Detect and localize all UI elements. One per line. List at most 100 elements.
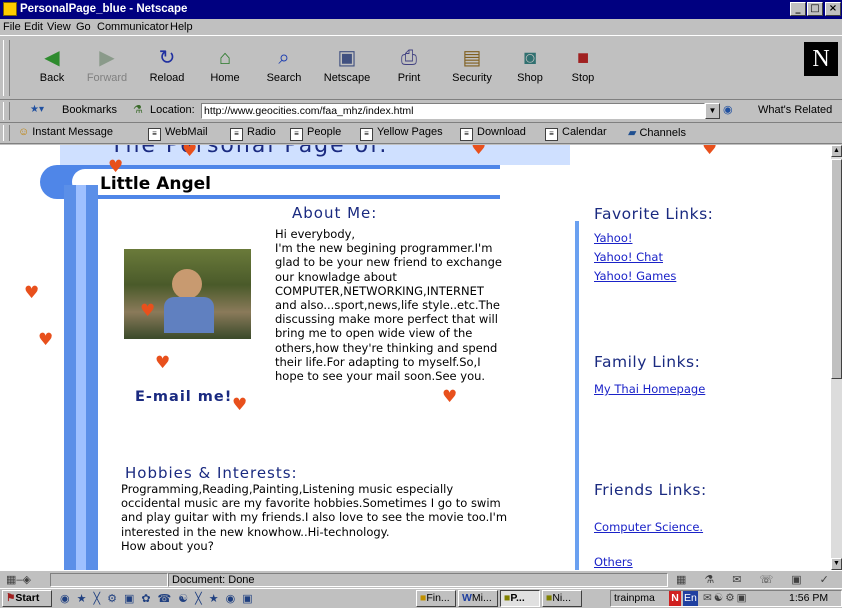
language-icon[interactable]: N: [669, 591, 681, 606]
home-button[interactable]: ⌂ Home: [198, 40, 252, 96]
window-title: PersonalPage_blue - Netscape: [20, 3, 188, 15]
security-button[interactable]: ▤ Security: [445, 40, 499, 96]
print-button[interactable]: ⎙ Print: [382, 40, 436, 96]
download-button[interactable]: ≡ Download: [460, 126, 526, 141]
progress-cell: [50, 573, 168, 587]
people-button[interactable]: ≡ People: [290, 126, 341, 141]
tray-icons[interactable]: ✉☯⚙▣: [703, 591, 749, 606]
menu-file[interactable]: File: [3, 21, 21, 33]
taskbar-task-1[interactable]: ■Fin...: [416, 590, 456, 607]
profile-photo: [124, 249, 251, 339]
heart-icon: ♥: [24, 283, 40, 303]
taskbar-task-2[interactable]: WMi...: [458, 590, 498, 607]
page-icon: ≡: [460, 128, 473, 141]
menu-bar: File Edit View Go Communicator Help: [0, 19, 842, 35]
close-button[interactable]: ×: [825, 2, 841, 16]
reload-button[interactable]: ↻ Reload: [140, 40, 194, 96]
link-my-thai-homepage[interactable]: My Thai Homepage: [594, 382, 705, 396]
netscape-button[interactable]: ▣ Netscape: [320, 40, 374, 96]
whats-related-icon[interactable]: ◉: [723, 103, 733, 116]
calendar-button[interactable]: ≡ Calendar: [545, 126, 607, 141]
heart-icon: ♥: [108, 157, 124, 177]
menu-help[interactable]: Help: [170, 21, 193, 33]
status-bar: ▦–◈ Document: Done ▦⚗✉☏▣✓: [0, 570, 842, 589]
page-icon: ≡: [148, 128, 161, 141]
print-icon: ⎙: [401, 47, 417, 69]
toolbar-grip[interactable]: [3, 102, 10, 120]
url-dropdown-button[interactable]: ▼: [705, 103, 720, 119]
scroll-down-button[interactable]: ▼: [831, 558, 842, 570]
stop-icon: ■: [576, 47, 590, 69]
shop-icon: ◙: [523, 47, 537, 69]
language-indicator[interactable]: En: [683, 591, 698, 606]
search-button[interactable]: ⌕ Search: [257, 40, 311, 96]
sidebar-divider: [575, 221, 579, 570]
toolbar-button-label: Stop: [571, 72, 595, 84]
status-text: Document: Done: [168, 573, 668, 587]
toolbar-grip[interactable]: [3, 40, 10, 96]
heart-icon: ♥: [155, 353, 171, 373]
whats-related-button[interactable]: What's Related: [758, 104, 832, 116]
location-icon[interactable]: ⚗: [133, 103, 143, 116]
link-others[interactable]: Others: [594, 555, 633, 569]
scroll-up-button[interactable]: ▲: [831, 145, 842, 157]
quick-launch-icons[interactable]: ◉★╳⚙▣✿☎☯╳★◉▣: [60, 592, 260, 605]
menu-communicator[interactable]: Communicator: [97, 21, 169, 33]
taskbar-task-4[interactable]: ■Ni...: [542, 590, 582, 607]
shop-button[interactable]: ◙ Shop: [503, 40, 557, 96]
system-tray: trainpma N En ✉☯⚙▣ 1:56 PM: [610, 590, 842, 607]
url-input[interactable]: http://www.geocities.com/faa_mhz/index.h…: [201, 103, 705, 119]
page-icon: ≡: [360, 128, 373, 141]
left-frame-stripe: [76, 185, 86, 570]
toolbar-button-label: Netscape: [323, 72, 371, 84]
clock[interactable]: 1:56 PM: [789, 591, 828, 606]
start-button[interactable]: ⚑Start: [2, 590, 52, 607]
vertical-scrollbar[interactable]: ▲ ▼: [831, 145, 842, 570]
web-page-content[interactable]: The Personal Page of: Little Angel About…: [0, 145, 831, 570]
maximize-button[interactable]: □: [807, 2, 823, 16]
menu-go[interactable]: Go: [76, 21, 91, 33]
title-bar[interactable]: PersonalPage_blue - Netscape _ □ ×: [0, 0, 842, 19]
minimize-button[interactable]: _: [790, 2, 806, 16]
link-yahoo[interactable]: Yahoo!: [594, 231, 632, 245]
navigation-toolbar: ◀ Back ▶ Forward ↻ Reload ⌂ Home ⌕ Search ▣ Netscap…: [0, 35, 842, 100]
taskbar: ⚑Start ◉★╳⚙▣✿☎☯╳★◉▣ ■Fin... WMi... ■P...…: [0, 588, 842, 608]
component-bar-icons[interactable]: ▦⚗✉☏▣✓: [676, 573, 842, 586]
about-text: Hi everybody, I'm the new begining progr…: [275, 227, 502, 384]
toolbar-grip[interactable]: [3, 125, 10, 141]
stop-button[interactable]: ■ Stop: [556, 40, 610, 96]
netscape-icon: ▣: [337, 47, 357, 69]
menu-view[interactable]: View: [47, 21, 71, 33]
netscape-app-icon[interactable]: [3, 2, 17, 16]
yellow-pages-button[interactable]: ≡ Yellow Pages: [360, 126, 443, 141]
lock-icon: ▤: [462, 47, 482, 69]
page-icon: ≡: [545, 128, 558, 141]
hobbies-heading: Hobbies & Interests:: [125, 464, 298, 482]
bookmarks-button[interactable]: Bookmarks: [62, 104, 117, 116]
link-yahoo-games[interactable]: Yahoo! Games: [594, 269, 676, 283]
netscape-logo[interactable]: N: [804, 42, 838, 76]
menu-edit[interactable]: Edit: [24, 21, 43, 33]
forward-button[interactable]: ▶ Forward: [80, 40, 134, 96]
security-status-icon[interactable]: ▦–◈: [6, 573, 31, 586]
bookmark-icon[interactable]: ★▾: [30, 104, 44, 115]
heart-icon: ♥: [232, 395, 248, 415]
instant-message-button[interactable]: ☺ Instant Message: [18, 126, 113, 138]
taskbar-task-netscape-active[interactable]: ■P...: [500, 590, 540, 607]
page-owner-name: Little Angel: [100, 174, 211, 194]
link-yahoo-chat[interactable]: Yahoo! Chat: [594, 250, 663, 264]
about-heading: About Me:: [292, 204, 378, 222]
webmail-button[interactable]: ≡ WebMail: [148, 126, 208, 141]
link-computer-science[interactable]: Computer Science.: [594, 520, 703, 534]
input-indicator[interactable]: trainpma: [614, 592, 655, 604]
toolbar-button-label: Print: [397, 72, 421, 84]
channels-button[interactable]: ▰ Channels: [628, 126, 686, 139]
email-link[interactable]: E-mail me!: [135, 389, 232, 405]
home-icon: ⌂: [218, 47, 232, 69]
family-links-heading: Family Links:: [594, 353, 701, 371]
toolbar-button-label: Back: [39, 72, 65, 84]
radio-button[interactable]: ≡ Radio: [230, 126, 276, 141]
back-button[interactable]: ◀ Back: [25, 40, 79, 96]
heart-icon: ♥: [182, 145, 198, 161]
scroll-thumb[interactable]: [831, 159, 842, 379]
